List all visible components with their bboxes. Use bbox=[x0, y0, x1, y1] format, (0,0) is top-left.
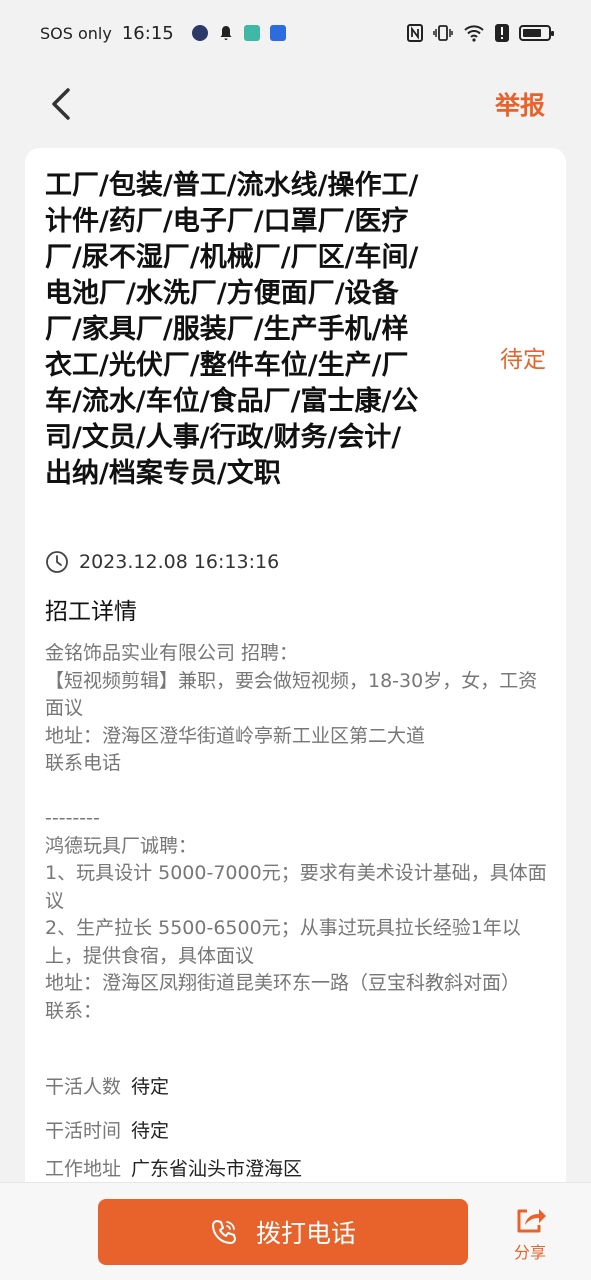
share-label: 分享 bbox=[513, 1243, 546, 1262]
job-title: 工厂/包装/普工/流水线/操作工/计件/药厂/电子厂/口罩厂/医疗厂/尿不湿厂/… bbox=[45, 170, 419, 489]
carrier-text: SOS only bbox=[40, 23, 112, 43]
details-heading: 招工详情 bbox=[45, 599, 137, 625]
info-row-work-time: 干活时间 待定 bbox=[45, 1116, 169, 1143]
back-arrow-icon[interactable] bbox=[42, 84, 82, 124]
call-button[interactable]: 拨打电话 bbox=[98, 1199, 468, 1265]
bottom-action-bar: 拨打电话 分享 bbox=[0, 1182, 591, 1280]
bell-icon bbox=[220, 26, 232, 40]
clock-icon bbox=[46, 551, 68, 573]
alert-icon bbox=[495, 24, 509, 42]
app-notification-icon bbox=[191, 25, 208, 41]
job-detail-card: 工厂/包装/普工/流水线/操作工/计件/药厂/电子厂/口罩厂/医疗厂/尿不湿厂/… bbox=[25, 148, 566, 1218]
shield-app-icon bbox=[269, 25, 286, 41]
posted-time: 2023.12.08 16:13:16 bbox=[79, 551, 280, 573]
info-value: 待定 bbox=[131, 1076, 170, 1098]
vibrate-icon bbox=[433, 25, 453, 41]
info-label: 干活人数 bbox=[45, 1076, 122, 1098]
phone-icon bbox=[211, 1220, 236, 1244]
wifi-icon bbox=[464, 25, 484, 42]
clock-time: 16:15 bbox=[121, 22, 174, 44]
posted-time-row: 2023.12.08 16:13:16 bbox=[45, 550, 279, 574]
top-nav: 举报 bbox=[0, 66, 591, 140]
job-description: 金铭饰品实业有限公司 招聘： 【短视频剪辑】兼职，要会做短视频，18-30岁，女… bbox=[45, 642, 547, 1022]
status-bar: SOS only 16:15 bbox=[0, 0, 591, 66]
share-icon bbox=[517, 1209, 546, 1233]
call-button-label: 拨打电话 bbox=[255, 1219, 356, 1248]
info-label: 干活时间 bbox=[45, 1120, 122, 1142]
info-value: 广东省汕头市澄海区 bbox=[131, 1158, 303, 1180]
salary-text: 待定 bbox=[500, 347, 546, 373]
info-row-address: 工作地址 广东省汕头市澄海区 bbox=[45, 1154, 302, 1181]
app-icon-green bbox=[243, 25, 260, 41]
battery-icon bbox=[519, 25, 554, 41]
nfc-icon bbox=[407, 24, 423, 42]
info-value: 待定 bbox=[131, 1120, 170, 1142]
share-button[interactable]: 分享 bbox=[502, 1203, 558, 1263]
info-row-workers: 干活人数 待定 bbox=[45, 1072, 169, 1099]
report-button[interactable]: 举报 bbox=[495, 86, 545, 122]
info-label: 工作地址 bbox=[45, 1158, 122, 1180]
